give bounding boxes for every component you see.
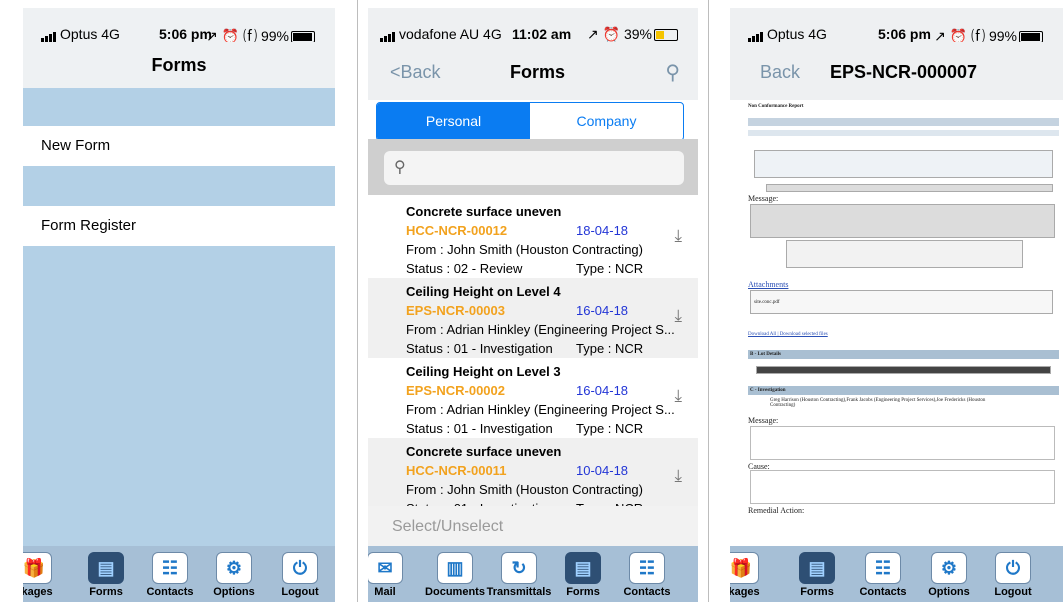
attachments-table <box>750 290 1053 314</box>
phone-screen-forms-menu: Optus 4G 5:06 pm ↗ ⏰ ⒡ 99% Forms New For… <box>23 8 335 602</box>
list-item[interactable]: Ceiling Height on Level 3 EPS-NCR-00002 16… <box>368 358 698 438</box>
status-bar: Optus 4G 5:06 pm ↗ ⏰ ⒡ 99% <box>23 8 335 44</box>
phone-screen-forms-list: vodafone AU 4G 11:02 am ↗ ⏰ 39% <Back Fo… <box>368 8 698 602</box>
message-textarea[interactable] <box>750 426 1055 460</box>
page-title: Forms <box>510 62 566 82</box>
tab-packages[interactable]: 🎁ckages <box>730 552 774 598</box>
document-tabs <box>748 130 1059 136</box>
forms-icon: ▤ <box>565 552 601 584</box>
tab-forms[interactable]: ▤ Forms <box>784 552 850 598</box>
transmittals-icon: ↻ <box>501 552 537 584</box>
signal-icon <box>748 26 764 42</box>
tab-contacts[interactable]: ☷ Contacts <box>614 552 680 598</box>
tab-transmittals[interactable]: ↻ Transmittals <box>486 552 552 598</box>
new-form-row[interactable]: New Form <box>23 126 335 166</box>
tab-forms[interactable]: ▤ Forms <box>550 552 616 598</box>
back-button[interactable]: Back <box>760 62 800 83</box>
contacts-icon: ☷ <box>865 552 901 584</box>
status-bar: vodafone AU 4G 11:02 am ↗ ⏰ 39% <box>368 8 698 42</box>
gear-icon: ⚙ <box>931 552 967 584</box>
carrier-label: vodafone AU 4G <box>380 26 502 42</box>
bottom-tab-bar: 🎁ckages ▤Forms ☷Contacts ⚙Options ⏻Logou… <box>730 546 1063 602</box>
signal-icon <box>41 26 57 42</box>
tab-contacts[interactable]: ☷ Contacts <box>137 552 203 598</box>
subject-field <box>766 184 1053 192</box>
attachment-file[interactable]: site.conc.pdf <box>754 300 780 305</box>
panel-divider <box>357 0 358 602</box>
details-fields <box>786 240 1023 268</box>
search-icon[interactable]: ⚲ <box>665 60 680 85</box>
bottom-tab-bar: 🎁ckages ▤Forms ☷Contacts ⚙Options ⏻Logou… <box>23 546 335 602</box>
download-icon[interactable]: ⤓ <box>674 226 682 246</box>
select-unselect-button[interactable]: Select/Unselect <box>368 506 698 548</box>
panel-divider <box>708 0 709 602</box>
download-icon[interactable]: ⤓ <box>674 306 682 326</box>
tab-options[interactable]: ⚙ Options <box>201 552 267 598</box>
segment-company[interactable]: Company <box>530 103 683 140</box>
tab-forms[interactable]: ▤ Forms <box>73 552 139 598</box>
segment-personal[interactable]: Personal <box>377 103 530 140</box>
search-icon: ⚲ <box>394 159 406 176</box>
recipients-box <box>754 150 1053 178</box>
list-item[interactable]: Concrete surface uneven HCC-NCR-00012 18-0… <box>368 198 698 278</box>
activity-by-text: Greg Harrison (Houston Contracting),Fran… <box>770 398 986 408</box>
message2-label: Message: <box>748 416 779 425</box>
gear-icon: ⚙ <box>216 552 252 584</box>
form-document-view[interactable]: Non Conformance Report Message: Attachme… <box>746 100 1063 546</box>
list-item[interactable]: Ceiling Height on Level 4 EPS-NCR-00003 16… <box>368 278 698 358</box>
status-bar: Optus 4G 5:06 pm ↗ ⏰ ⒡ 99% <box>730 8 1063 44</box>
back-button[interactable]: <Back <box>390 62 441 83</box>
message-label: Message: <box>748 194 779 203</box>
mail-icon: ✉ <box>368 552 403 584</box>
contacts-icon: ☷ <box>152 552 188 584</box>
tab-documents[interactable]: ▥ Documents <box>422 552 488 598</box>
gift-icon: 🎁 <box>730 552 759 584</box>
carrier-label: Optus 4G <box>748 26 827 42</box>
tab-packages[interactable]: 🎁ckages <box>23 552 67 598</box>
signal-icon <box>380 26 396 42</box>
cause-textarea[interactable] <box>750 470 1055 504</box>
search-area: ⚲ <box>368 139 698 195</box>
forms-icon: ▤ <box>88 552 124 584</box>
carrier-label: Optus 4G <box>41 26 120 42</box>
power-icon: ⏻ <box>995 552 1031 584</box>
section-lot-details: B - Lot Details <box>748 350 1059 359</box>
power-icon: ⏻ <box>282 552 318 584</box>
tab-contacts[interactable]: ☷ Contacts <box>850 552 916 598</box>
tab-logout[interactable]: ⏻ Logout <box>267 552 333 598</box>
document-toolbar <box>748 118 1059 126</box>
search-input[interactable]: ⚲ <box>384 151 684 185</box>
phone-screen-form-detail: Optus 4G 5:06 pm ↗ ⏰ ⒡ 99% Back EPS-NCR-… <box>730 8 1063 602</box>
page-title: Forms <box>23 42 335 88</box>
documents-icon: ▥ <box>437 552 473 584</box>
bottom-tab-bar: ✉ Mail ▥ Documents ↻ Transmittals ▤ Forms ☷ C… <box>368 546 698 602</box>
message-box <box>750 204 1055 238</box>
clock: 5:06 pm <box>878 26 931 42</box>
download-icon[interactable]: ⤓ <box>674 466 682 486</box>
document-header: Non Conformance Report <box>748 104 804 109</box>
forms-icon: ▤ <box>799 552 835 584</box>
download-links[interactable]: Download All | Download selected files <box>748 332 828 337</box>
attachments-link[interactable]: Attachments <box>748 280 788 289</box>
status-right: ↗ ⏰ 39% <box>587 26 678 43</box>
clock: 5:06 pm <box>159 26 212 42</box>
clock: 11:02 am <box>512 26 572 42</box>
section-investigation: C - Investigation <box>748 386 1059 395</box>
gift-icon: 🎁 <box>23 552 52 584</box>
tab-options[interactable]: ⚙ Options <box>916 552 982 598</box>
tab-mail[interactable]: ✉ Mail <box>368 552 418 598</box>
page-title: EPS-NCR-000007 <box>830 62 978 82</box>
contacts-icon: ☷ <box>629 552 665 584</box>
remedial-action-label: Remedial Action: <box>748 506 805 515</box>
lot-table-header <box>756 366 1051 374</box>
tab-logout[interactable]: ⏻ Logout <box>980 552 1046 598</box>
battery-icon <box>654 29 678 42</box>
download-icon[interactable]: ⤓ <box>674 386 682 406</box>
form-register-row[interactable]: Form Register <box>23 206 335 246</box>
segmented-control: Personal Company <box>376 102 684 141</box>
